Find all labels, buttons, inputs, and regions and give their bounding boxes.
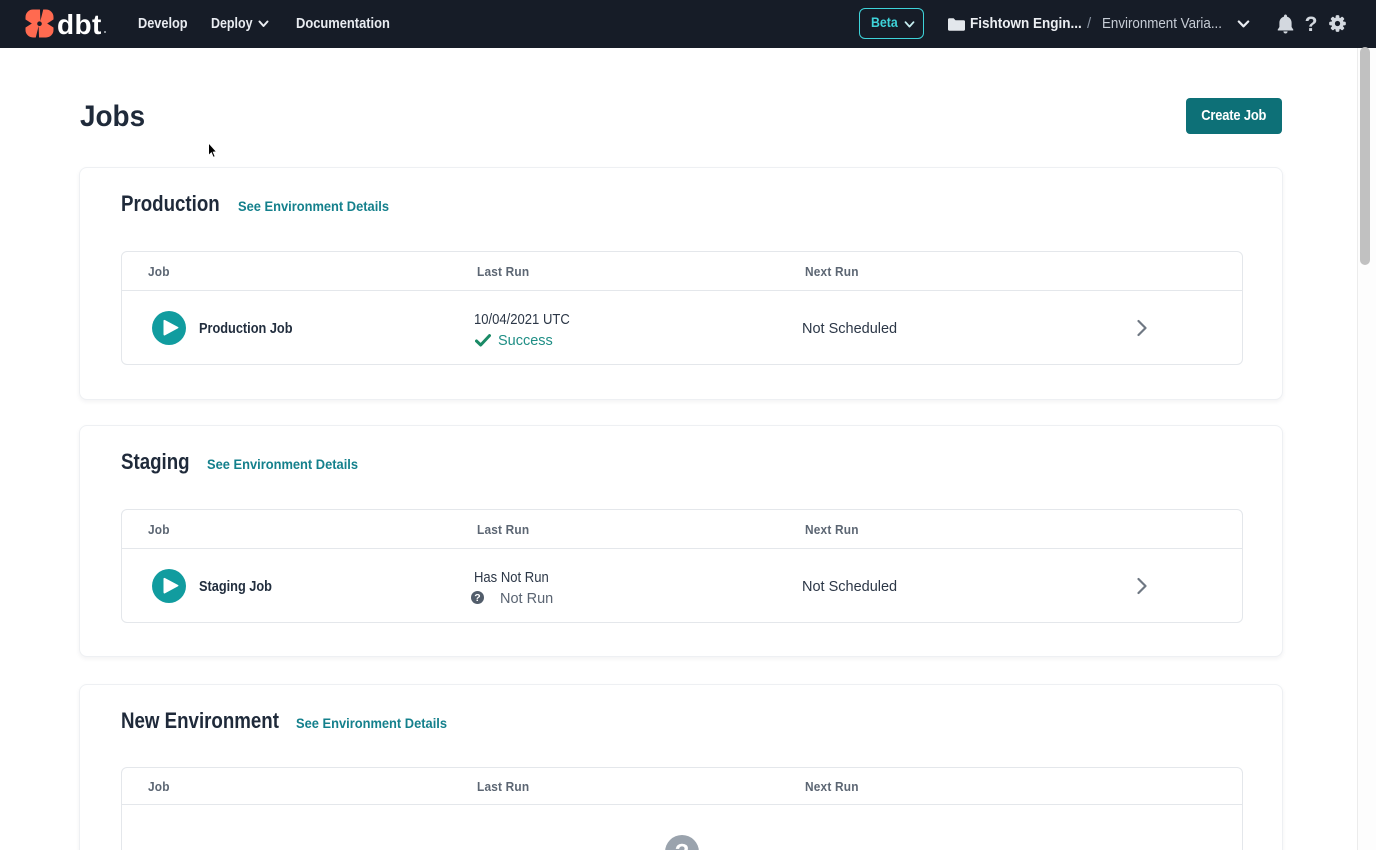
svg-text:?: ? [675, 840, 690, 850]
svg-text:?: ? [1305, 13, 1318, 36]
svg-text:?: ? [474, 592, 480, 604]
